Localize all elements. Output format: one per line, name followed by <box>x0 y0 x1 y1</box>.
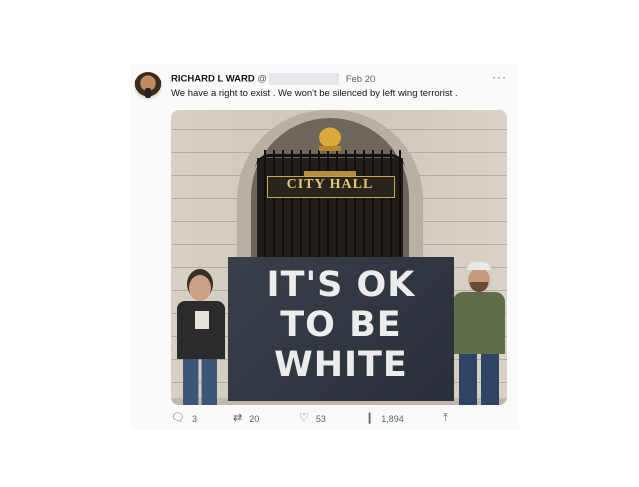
heart-icon: ♡ <box>299 412 309 424</box>
gate-arch <box>255 154 405 169</box>
banner-line-2: TO BE <box>280 305 402 345</box>
author-name[interactable]: RICHARD L WARD <box>171 74 255 85</box>
tweet-date[interactable]: Feb 20 <box>346 74 376 85</box>
like-count: 53 <box>315 413 326 424</box>
tweet-actions: 🗨 3 ⇄ 20 ♡ 53 ❙ 1,894 ⤒ <box>171 413 507 427</box>
microphone-icon <box>145 88 151 98</box>
avatar[interactable] <box>134 72 162 100</box>
views-button[interactable]: ❙ 1,894 <box>365 413 404 424</box>
reply-icon: 🗨 <box>171 412 185 424</box>
banner-line-1: IT'S OK <box>266 265 416 305</box>
reply-button[interactable]: 🗨 3 <box>171 413 197 424</box>
banner: IT'S OK TO BE WHITE <box>228 257 454 401</box>
person-left <box>173 275 229 405</box>
tweet-photo[interactable]: CITY HALL IT'S OK TO BE WHITE <box>171 110 507 405</box>
city-hall-sign-text: CITY HALL <box>286 177 374 192</box>
tweet-text: We have a right to exist . We won't be s… <box>171 88 458 99</box>
like-button[interactable]: ♡ 53 <box>299 413 326 424</box>
eagle-statue <box>313 122 347 148</box>
author-handle[interactable]: @ <box>257 74 267 85</box>
tweet-card[interactable]: RICHARD L WARD @ Feb 20 ··· We have a ri… <box>131 64 519 430</box>
share-button[interactable]: ⤒ <box>443 413 448 424</box>
more-options-icon[interactable]: ··· <box>492 70 507 84</box>
view-count: 1,894 <box>381 413 404 424</box>
retweet-button[interactable]: ⇄ 20 <box>233 413 259 424</box>
eagle-base <box>319 146 341 151</box>
redacted-handle <box>269 73 340 85</box>
person-right <box>451 262 507 405</box>
retweet-icon: ⇄ <box>233 412 243 424</box>
retweet-count: 20 <box>249 413 260 424</box>
bar-chart-icon: ❙ <box>365 412 375 424</box>
banner-line-3: WHITE <box>274 345 408 385</box>
share-icon: ⤒ <box>443 412 448 424</box>
reply-count: 3 <box>191 413 197 424</box>
tweet-header: RICHARD L WARD @ Feb 20 <box>171 73 375 85</box>
